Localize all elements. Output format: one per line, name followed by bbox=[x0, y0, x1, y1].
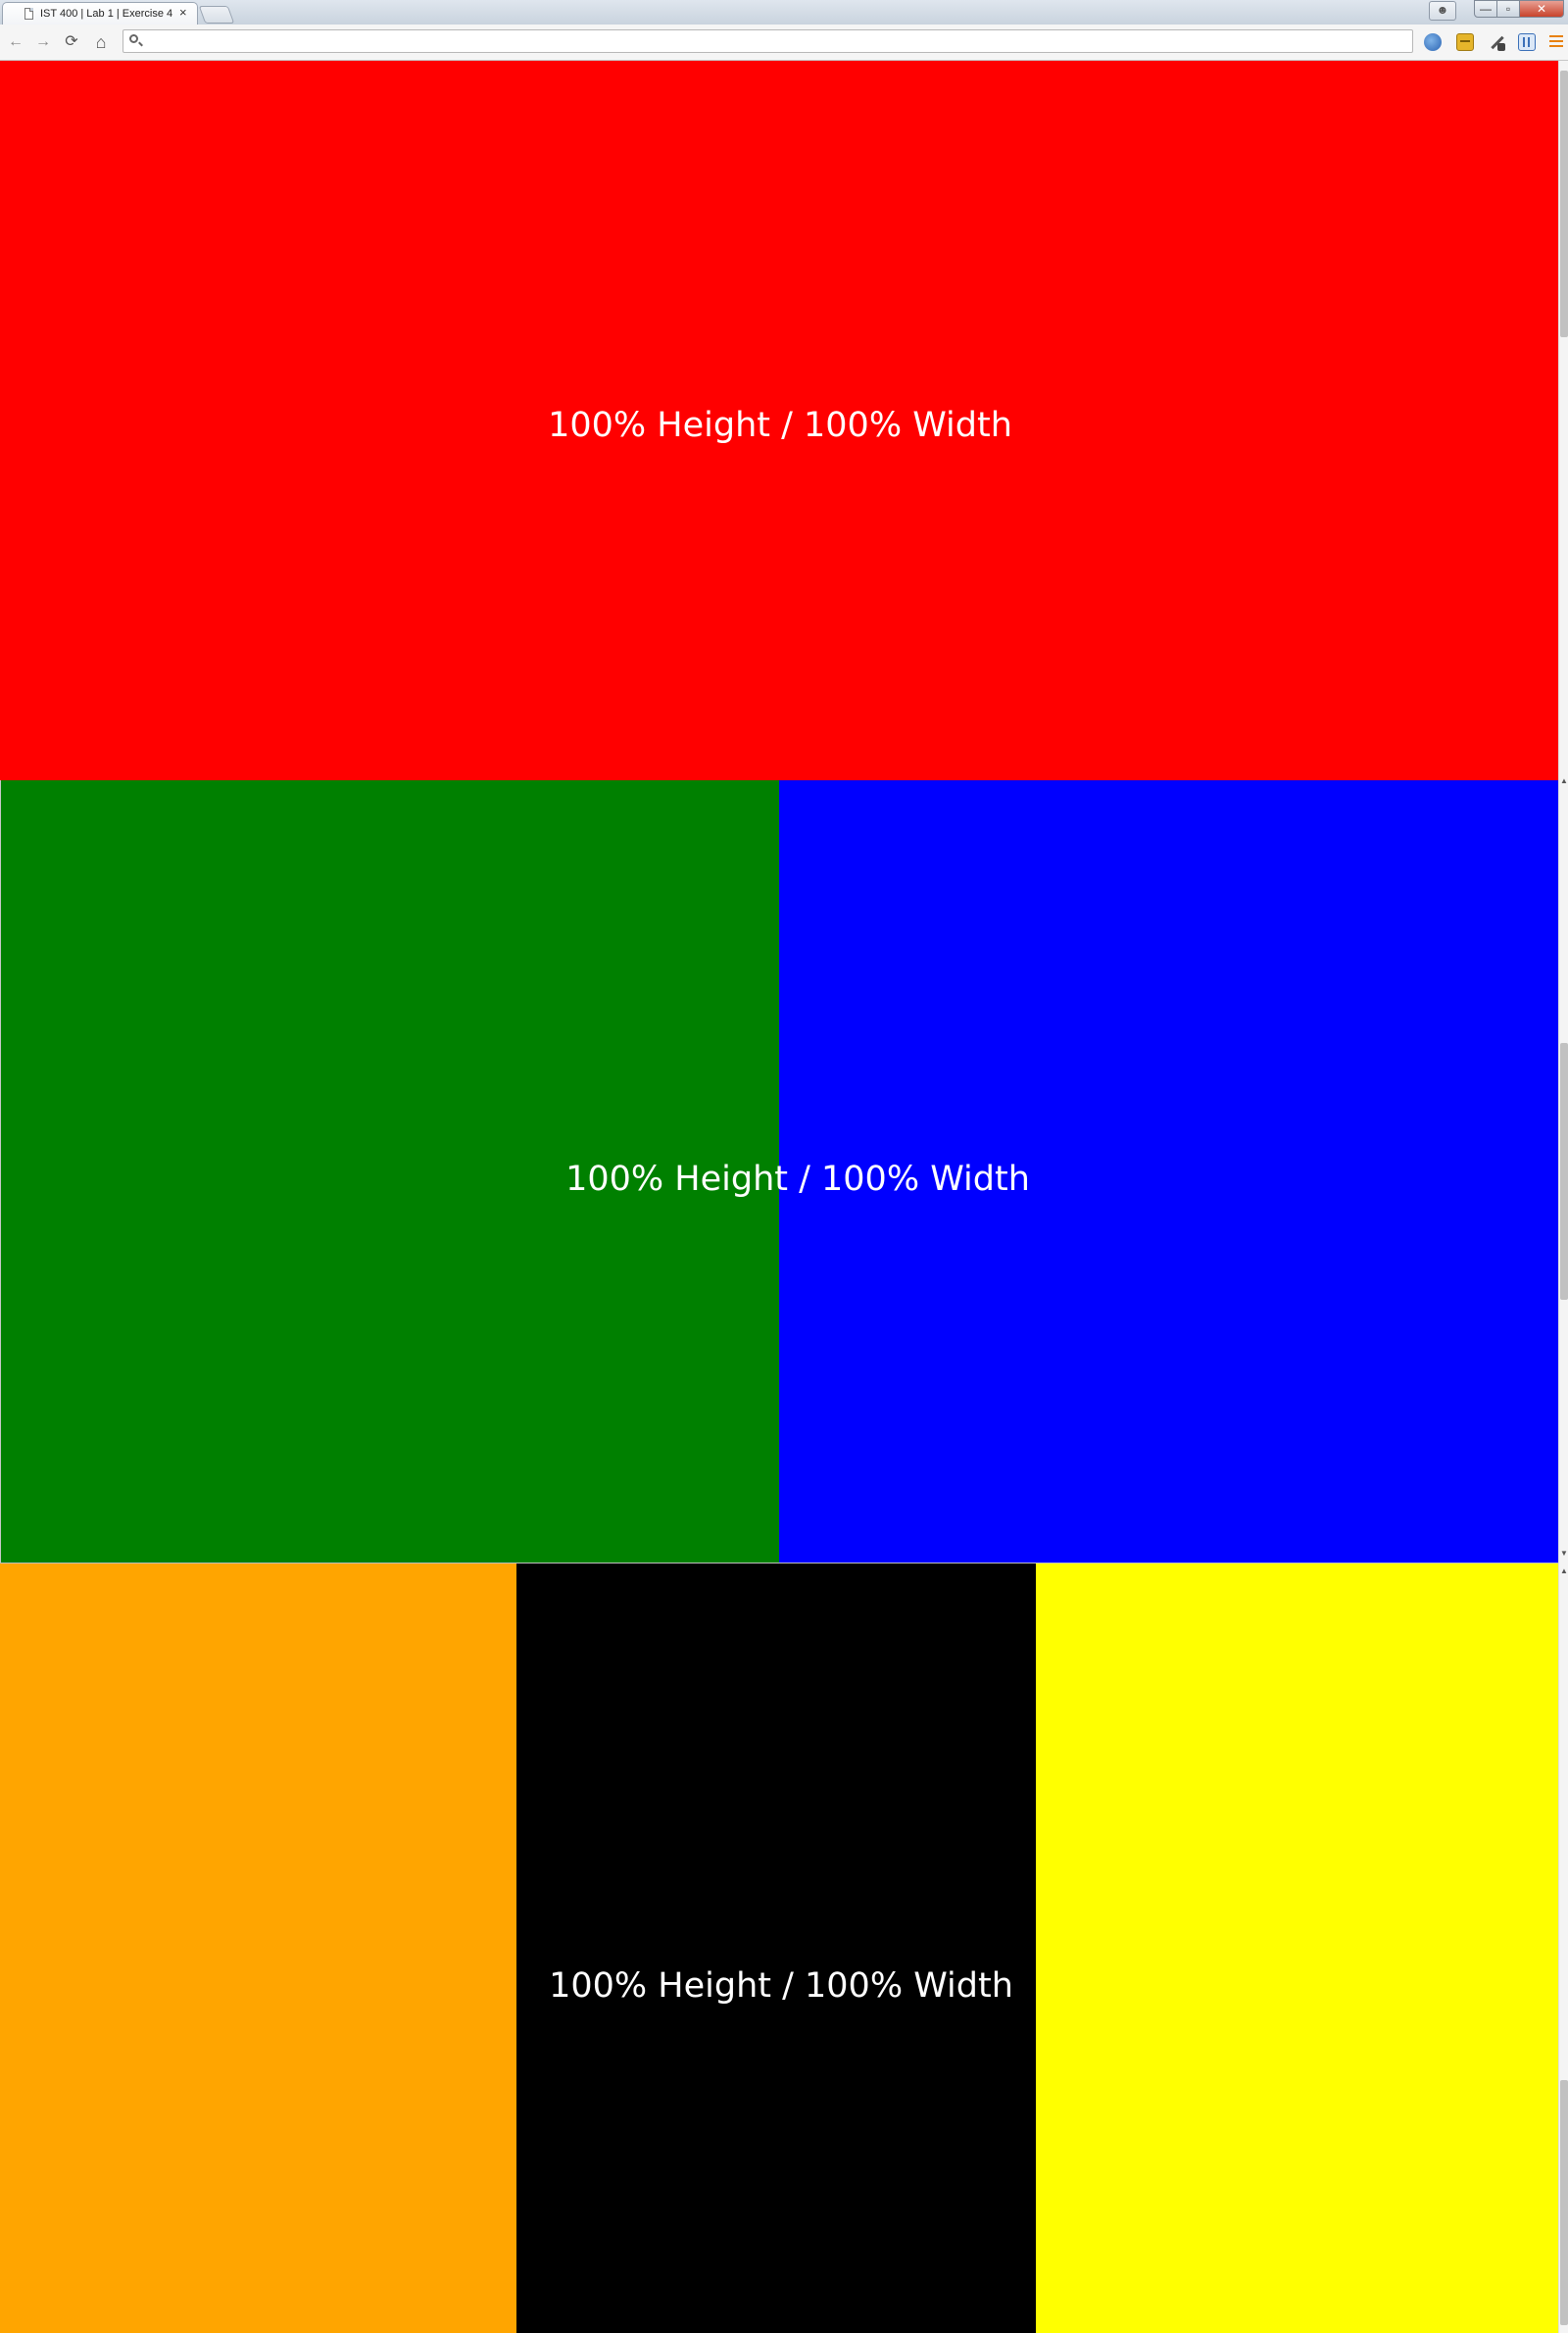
close-tab-icon[interactable]: × bbox=[179, 6, 187, 19]
section-caption: 100% Height / 100% Width bbox=[548, 406, 1012, 445]
reload-icon[interactable]: ⟳ bbox=[62, 32, 81, 52]
yellow-block bbox=[1036, 1564, 1558, 2333]
maximize-button[interactable]: ▫ bbox=[1496, 0, 1520, 18]
card-icon[interactable] bbox=[1456, 33, 1474, 51]
page-icon bbox=[24, 8, 33, 20]
scrollbar-thumb[interactable] bbox=[1560, 71, 1568, 337]
scroll-down-arrow-icon[interactable]: ▼ bbox=[1560, 1549, 1568, 1559]
scroll-up-arrow-icon[interactable]: ▲ bbox=[1560, 776, 1568, 786]
orange-block bbox=[0, 1564, 516, 2333]
forward-arrow-icon[interactable]: → bbox=[33, 32, 53, 52]
new-tab-button[interactable] bbox=[198, 6, 235, 24]
black-block bbox=[516, 1564, 1036, 2333]
browser-toolbar: ← → ⟳ ⌂ bbox=[0, 25, 1568, 61]
address-input[interactable] bbox=[147, 32, 1405, 52]
section-three: 100% Height / 100% Width bbox=[0, 1564, 1558, 2333]
home-icon[interactable]: ⌂ bbox=[91, 32, 111, 52]
globe-icon[interactable] bbox=[1424, 33, 1442, 51]
browser-tab[interactable]: IST 400 | Lab 1 | Exercise 4 × bbox=[2, 2, 198, 25]
page-viewport: 100% Height / 100% Width 100% Height / 1… bbox=[0, 61, 1558, 2333]
section-two: 100% Height / 100% Width bbox=[0, 780, 1558, 1564]
address-bar[interactable] bbox=[122, 29, 1413, 53]
search-icon bbox=[129, 34, 138, 43]
back-arrow-icon[interactable]: ← bbox=[6, 32, 25, 52]
scrollbar-thumb[interactable] bbox=[1560, 2080, 1568, 2325]
section-one: 100% Height / 100% Width bbox=[0, 61, 1558, 780]
tab-title: IST 400 | Lab 1 | Exercise 4 bbox=[40, 8, 173, 20]
section-caption: 100% Height / 100% Width bbox=[549, 1966, 1013, 2006]
scroll-up-arrow-icon[interactable]: ▲ bbox=[1560, 1566, 1568, 1576]
menu-icon[interactable] bbox=[1549, 34, 1563, 48]
vertical-scrollbar[interactable]: ▲ ▼ ▲ bbox=[1558, 61, 1568, 2333]
tools-icon[interactable] bbox=[1488, 33, 1505, 51]
close-window-button[interactable]: ✕ bbox=[1519, 0, 1564, 18]
minimize-button[interactable]: — bbox=[1474, 0, 1497, 18]
title-bar: IST 400 | Lab 1 | Exercise 4 × ☻ — ▫ ✕ bbox=[0, 0, 1568, 25]
user-profile-button[interactable]: ☻ bbox=[1429, 1, 1456, 21]
scrollbar-thumb[interactable] bbox=[1560, 1043, 1568, 1300]
section-caption: 100% Height / 100% Width bbox=[565, 1160, 1030, 1199]
bars-icon[interactable] bbox=[1518, 33, 1536, 51]
